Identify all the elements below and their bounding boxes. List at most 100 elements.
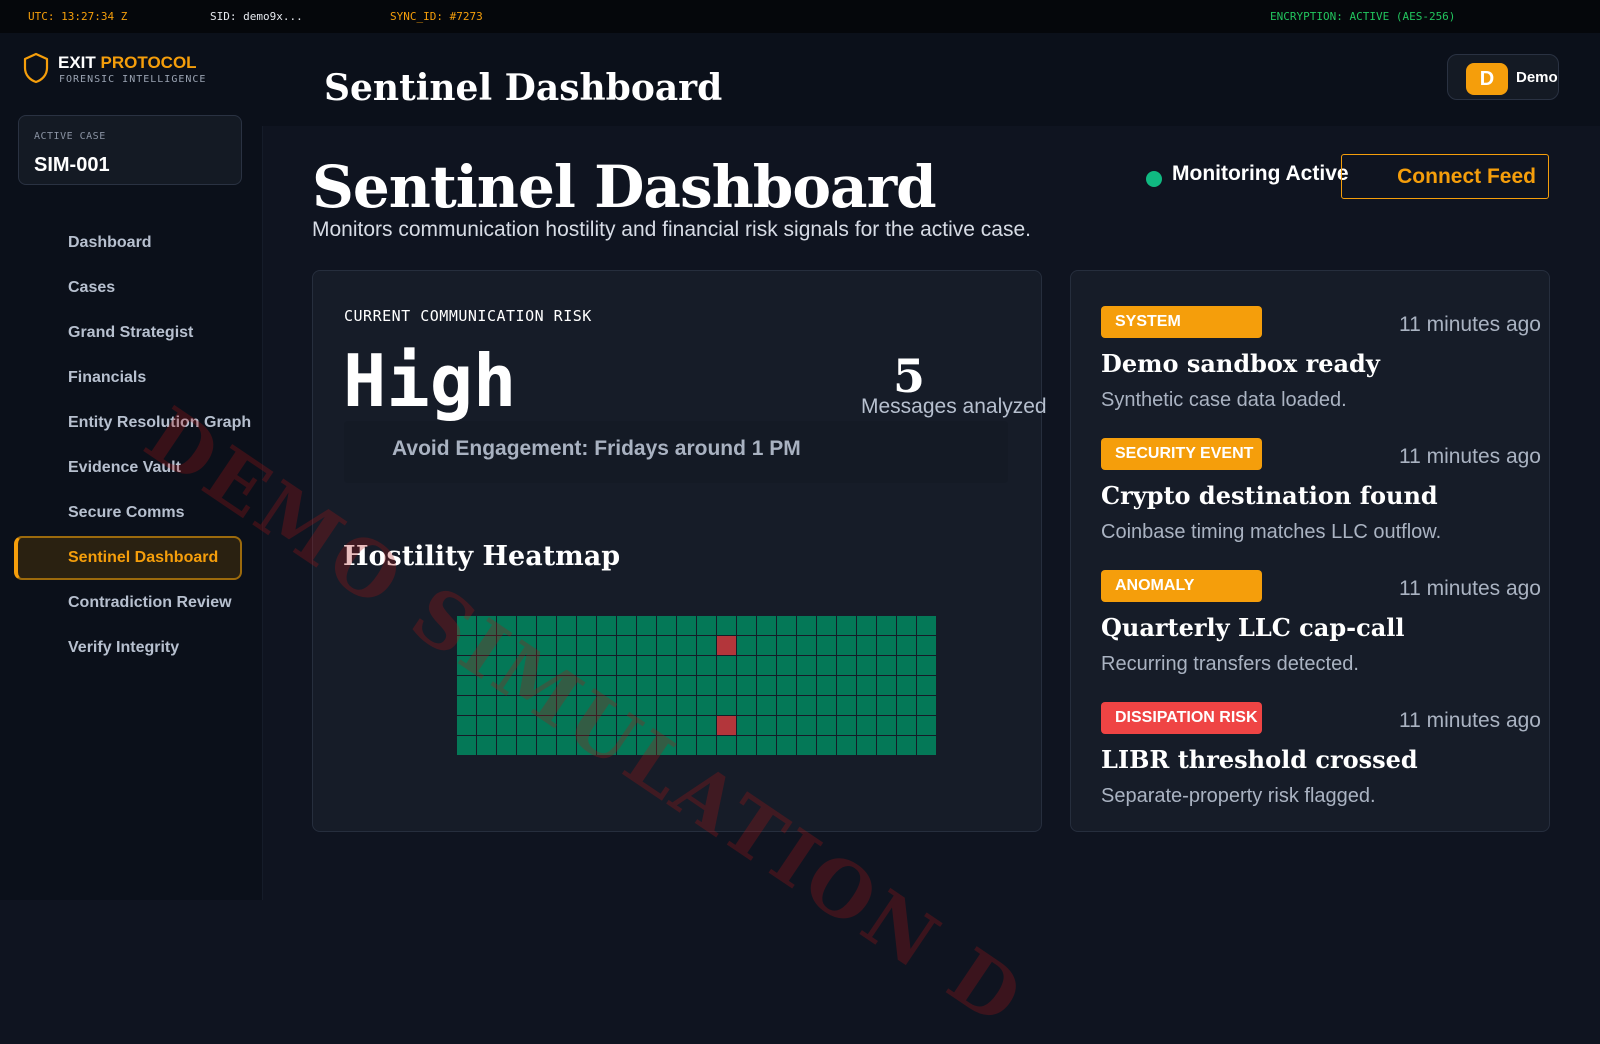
heatmap-cell[interactable] <box>857 636 876 655</box>
heatmap-cell[interactable] <box>817 656 836 675</box>
heatmap-cell[interactable] <box>737 676 756 695</box>
heatmap-cell[interactable] <box>497 636 516 655</box>
heatmap-cell[interactable] <box>857 716 876 735</box>
heatmap-cell[interactable] <box>697 636 716 655</box>
heatmap-cell[interactable] <box>817 616 836 635</box>
heatmap-cell[interactable] <box>777 636 796 655</box>
heatmap-cell[interactable] <box>637 636 656 655</box>
heatmap-cell[interactable] <box>577 696 596 715</box>
heatmap-cell[interactable] <box>477 636 496 655</box>
heatmap-cell[interactable] <box>557 616 576 635</box>
heatmap-cell[interactable] <box>617 636 636 655</box>
heatmap-cell[interactable] <box>917 636 936 655</box>
heatmap-cell[interactable] <box>597 656 616 675</box>
heatmap-cell[interactable] <box>737 656 756 675</box>
heatmap-cell[interactable] <box>497 736 516 755</box>
heatmap-cell[interactable] <box>697 676 716 695</box>
heatmap-cell[interactable] <box>517 616 536 635</box>
heatmap-cell[interactable] <box>757 656 776 675</box>
heatmap-cell[interactable] <box>597 616 616 635</box>
heatmap-cell[interactable] <box>537 616 556 635</box>
heatmap-cell[interactable] <box>837 636 856 655</box>
heatmap-cell[interactable] <box>497 616 516 635</box>
heatmap-cell[interactable] <box>897 656 916 675</box>
heatmap-cell[interactable] <box>717 676 736 695</box>
heatmap-cell[interactable] <box>697 656 716 675</box>
heatmap-cell[interactable] <box>897 736 916 755</box>
sidebar-item-entity-resolution-graph[interactable]: Entity Resolution Graph <box>14 401 251 445</box>
heatmap-cell[interactable] <box>577 716 596 735</box>
user-menu[interactable]: D Demo <box>1447 54 1559 100</box>
heatmap-cell[interactable] <box>857 696 876 715</box>
heatmap-cell[interactable] <box>637 716 656 735</box>
heatmap-cell[interactable] <box>757 716 776 735</box>
heatmap-cell[interactable] <box>617 736 636 755</box>
heatmap-cell[interactable] <box>457 736 476 755</box>
heatmap-cell[interactable] <box>877 616 896 635</box>
heatmap-cell[interactable] <box>837 716 856 735</box>
heatmap-cell[interactable] <box>877 656 896 675</box>
heatmap-cell[interactable] <box>897 676 916 695</box>
heatmap-cell[interactable] <box>817 676 836 695</box>
heatmap-cell[interactable] <box>557 676 576 695</box>
heatmap-cell[interactable] <box>537 736 556 755</box>
heatmap-cell[interactable] <box>657 716 676 735</box>
heatmap-cell[interactable] <box>737 636 756 655</box>
heatmap-cell[interactable] <box>457 676 476 695</box>
heatmap-cell[interactable] <box>577 656 596 675</box>
heatmap-cell[interactable] <box>557 656 576 675</box>
heatmap-cell[interactable] <box>577 616 596 635</box>
heatmap-cell[interactable] <box>657 616 676 635</box>
connect-feed-button[interactable]: Connect Feed <box>1341 154 1549 199</box>
heatmap-cell[interactable] <box>797 736 816 755</box>
heatmap-cell[interactable] <box>697 616 716 635</box>
heatmap-cell[interactable] <box>517 656 536 675</box>
heatmap-cell[interactable] <box>777 696 796 715</box>
heatmap-cell[interactable] <box>777 736 796 755</box>
heatmap-cell[interactable] <box>917 736 936 755</box>
heatmap-cell[interactable] <box>697 716 716 735</box>
heatmap-cell[interactable] <box>857 736 876 755</box>
heatmap-cell[interactable] <box>777 716 796 735</box>
heatmap-cell[interactable] <box>697 736 716 755</box>
sidebar-item-cases[interactable]: Cases <box>14 266 242 310</box>
heatmap-cell[interactable] <box>457 656 476 675</box>
heatmap-cell[interactable] <box>677 616 696 635</box>
sidebar-item-verify-integrity[interactable]: Verify Integrity <box>14 626 242 670</box>
heatmap-cell[interactable] <box>797 676 816 695</box>
heatmap-cell[interactable] <box>577 676 596 695</box>
heatmap-cell[interactable] <box>657 736 676 755</box>
heatmap-cell[interactable] <box>837 736 856 755</box>
sidebar-item-grand-strategist[interactable]: Grand Strategist <box>14 311 242 355</box>
heatmap-cell[interactable] <box>457 716 476 735</box>
heatmap-cell[interactable] <box>797 616 816 635</box>
heatmap-cell[interactable] <box>637 736 656 755</box>
heatmap-cell[interactable] <box>797 716 816 735</box>
heatmap-cell[interactable] <box>737 616 756 635</box>
heatmap-cell-hot[interactable] <box>717 716 736 735</box>
heatmap-cell[interactable] <box>877 696 896 715</box>
heatmap-cell[interactable] <box>457 696 476 715</box>
heatmap-cell[interactable] <box>617 656 636 675</box>
heatmap-cell[interactable] <box>877 636 896 655</box>
heatmap-cell[interactable] <box>657 636 676 655</box>
sidebar-item-contradiction-review[interactable]: Contradiction Review <box>14 581 242 625</box>
heatmap-cell[interactable] <box>837 676 856 695</box>
heatmap-cell[interactable] <box>917 616 936 635</box>
heatmap-cell[interactable] <box>857 676 876 695</box>
heatmap-cell[interactable] <box>637 696 656 715</box>
heatmap-cell[interactable] <box>557 716 576 735</box>
heatmap-cell[interactable] <box>737 716 756 735</box>
active-case-card[interactable]: ACTIVE CASE SIM-001 <box>18 115 242 185</box>
heatmap-cell[interactable] <box>917 696 936 715</box>
heatmap-cell[interactable] <box>497 716 516 735</box>
heatmap-cell[interactable] <box>557 696 576 715</box>
heatmap-cell[interactable] <box>597 696 616 715</box>
heatmap-cell[interactable] <box>617 676 636 695</box>
heatmap-cell[interactable] <box>837 696 856 715</box>
heatmap-cell[interactable] <box>617 696 636 715</box>
heatmap-cell[interactable] <box>777 676 796 695</box>
heatmap-cell[interactable] <box>737 696 756 715</box>
heatmap-cell[interactable] <box>857 656 876 675</box>
heatmap-cell[interactable] <box>537 636 556 655</box>
